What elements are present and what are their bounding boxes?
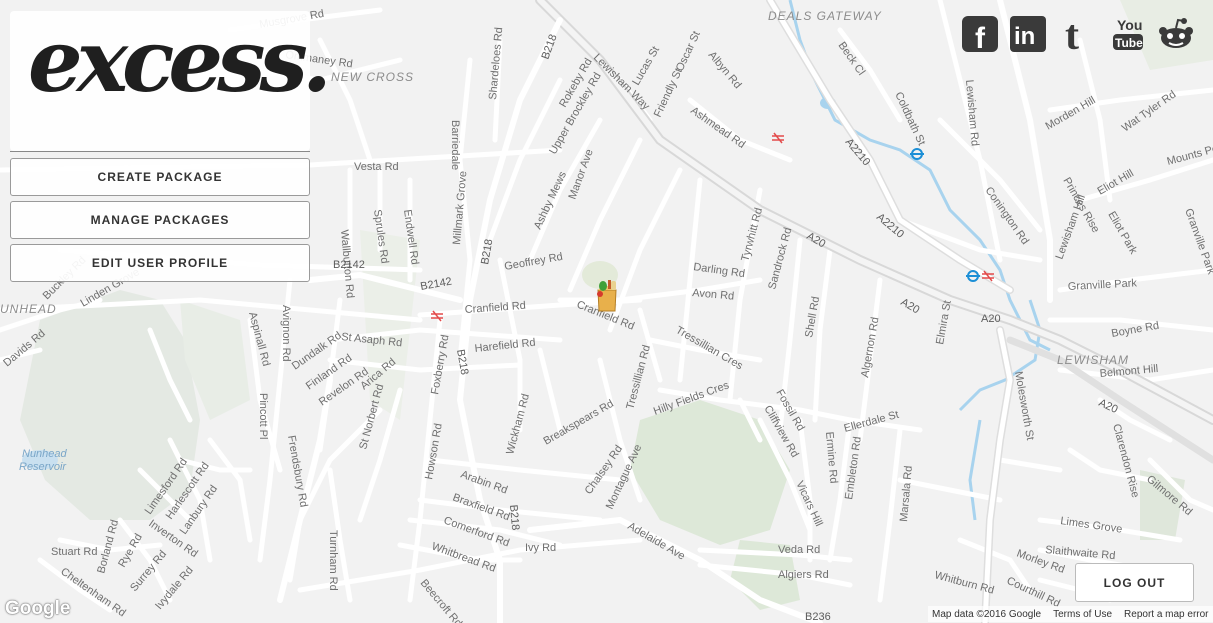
linkedin-icon: in (1010, 16, 1046, 52)
svg-text:A20: A20 (981, 313, 1001, 325)
facebook-icon: f (962, 16, 998, 52)
svg-text:Tube: Tube (1115, 36, 1143, 50)
reddit-icon (1159, 18, 1193, 48)
map-attribution: Map data ©2016 Google Terms of Use Repor… (928, 606, 1213, 622)
map-data-credit: Map data ©2016 Google (932, 608, 1042, 620)
svg-text:Turnham Rd: Turnham Rd (327, 530, 339, 591)
svg-text:DEALS GATEWAY: DEALS GATEWAY (768, 9, 882, 23)
tumblr-icon: t (1065, 16, 1079, 52)
svg-text:Pincott Pl: Pincott Pl (257, 393, 269, 439)
sidebar-divider (10, 151, 310, 152)
linkedin-link[interactable]: in (1010, 14, 1046, 54)
svg-text:Vesta Rd: Vesta Rd (354, 161, 399, 173)
svg-text:You: You (1117, 17, 1142, 33)
svg-text:B218: B218 (507, 504, 521, 531)
svg-text:Stuart Rd: Stuart Rd (51, 546, 97, 558)
svg-text:Algiers Rd: Algiers Rd (778, 569, 829, 581)
terms-of-use-link[interactable]: Terms of Use (1053, 609, 1112, 620)
logo-panel: excess. (10, 11, 332, 151)
manage-packages-button[interactable]: MANAGE PACKAGES (10, 201, 310, 239)
svg-text:B2142: B2142 (333, 259, 365, 271)
svg-text:Barriedale: Barriedale (449, 120, 461, 170)
svg-text:in: in (1014, 23, 1035, 50)
svg-text:t: t (1065, 16, 1079, 52)
svg-text:LEWISHAM: LEWISHAM (1057, 353, 1129, 367)
youtube-icon: You Tube (1113, 17, 1143, 50)
svg-text:Veda Rd: Veda Rd (778, 544, 820, 556)
svg-text:Ivy Rd: Ivy Rd (525, 542, 556, 554)
water-label-2: Reservoir (19, 461, 67, 473)
facebook-link[interactable]: f (962, 14, 998, 54)
package-marker-icon[interactable] (593, 278, 621, 312)
youtube-link[interactable]: You Tube (1111, 14, 1145, 54)
svg-text:UNHEAD: UNHEAD (0, 302, 57, 316)
logout-button[interactable]: LOG OUT (1075, 563, 1194, 602)
google-logo[interactable]: Google (5, 598, 70, 620)
svg-text:B236: B236 (805, 611, 831, 623)
water-label-1: Nunhead (22, 448, 68, 460)
svg-text:f: f (975, 22, 986, 52)
edit-user-profile-button[interactable]: EDIT USER PROFILE (10, 244, 310, 282)
svg-text:Avignon Rd: Avignon Rd (280, 305, 292, 362)
report-map-error-link[interactable]: Report a map error (1124, 609, 1208, 620)
reddit-link[interactable] (1158, 14, 1194, 54)
create-package-button[interactable]: CREATE PACKAGE (10, 158, 310, 196)
brand-logo[interactable]: excess. (28, 19, 332, 105)
tumblr-link[interactable]: t (1063, 14, 1093, 54)
svg-text:NEW CROSS: NEW CROSS (331, 70, 414, 84)
